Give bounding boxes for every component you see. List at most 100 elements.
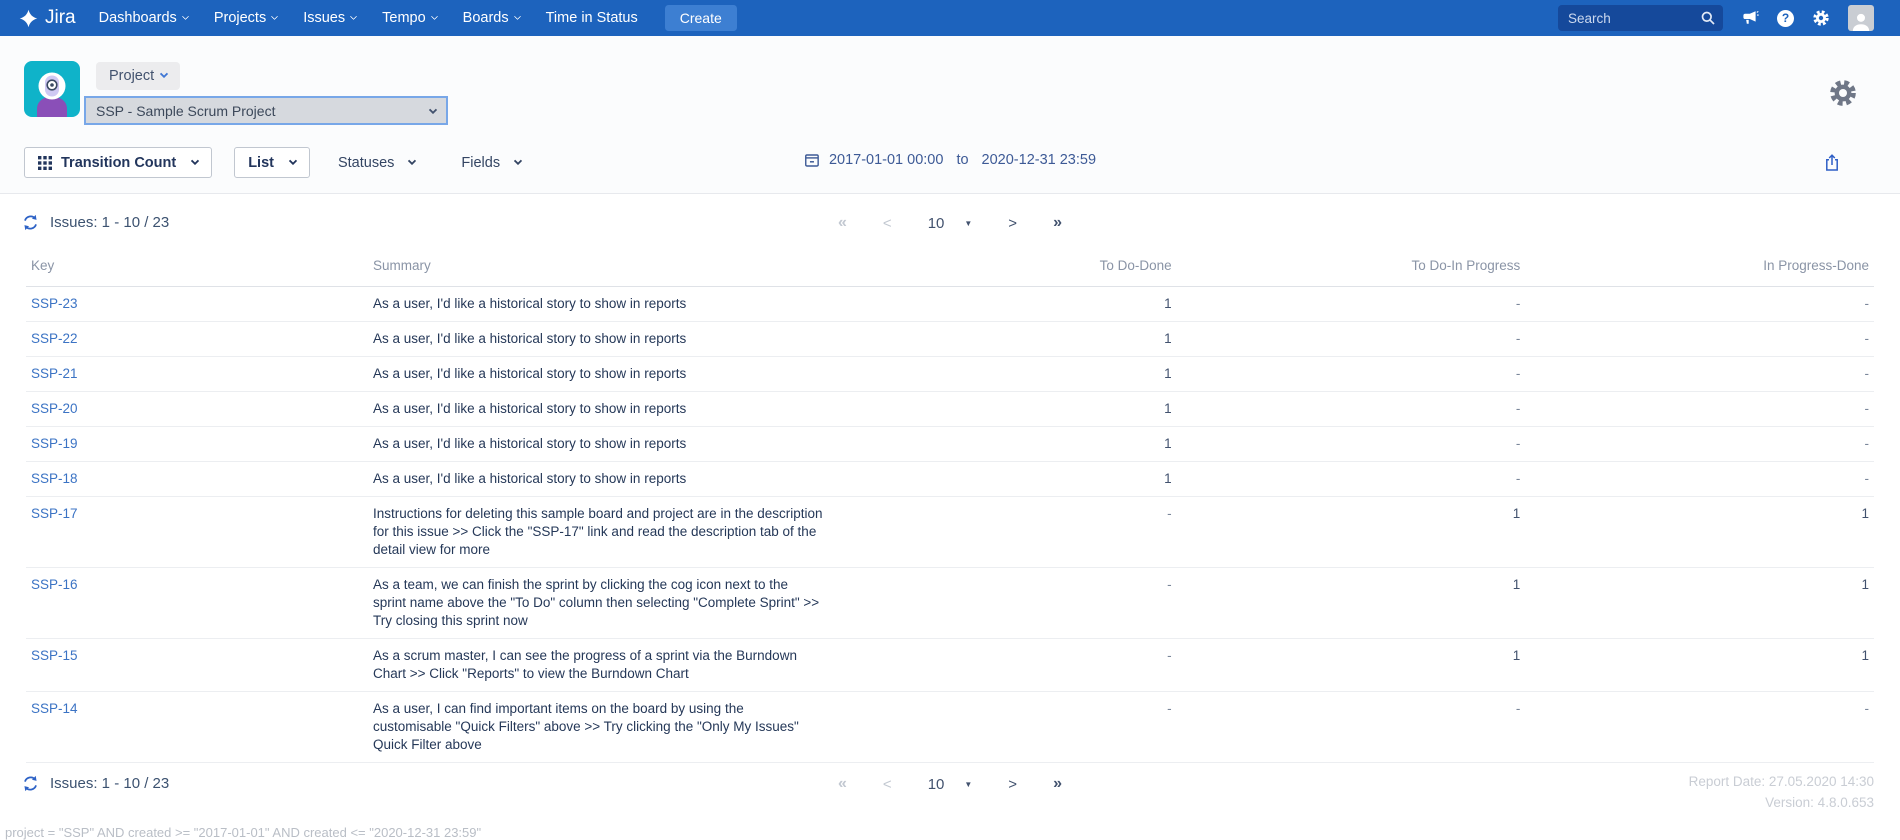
help-icon[interactable]: ? xyxy=(1777,10,1794,27)
nav-projects[interactable]: Projects xyxy=(201,0,290,36)
search-icon[interactable] xyxy=(1700,10,1716,26)
issue-key-link[interactable]: SSP-19 xyxy=(31,436,78,451)
metric-value: 1 xyxy=(828,392,1177,427)
report-version: Version: 4.8.0.653 xyxy=(1689,792,1874,813)
settings-icon[interactable] xyxy=(1812,9,1830,27)
announcement-icon[interactable] xyxy=(1741,9,1759,27)
column-todo-inprogress[interactable]: To Do-In Progress xyxy=(1177,252,1526,287)
metric-value: - xyxy=(828,497,1177,568)
issue-key-link[interactable]: SSP-22 xyxy=(31,331,78,346)
issue-summary: As a user, I'd like a historical story t… xyxy=(368,427,828,462)
metric-value: 1 xyxy=(828,427,1177,462)
report-header: Project SSP - Sample Scrum Project Trans… xyxy=(0,36,1900,194)
fields-dropdown-button[interactable]: Fields xyxy=(461,155,521,171)
metric-value: - xyxy=(1525,357,1874,392)
metric-value: - xyxy=(1525,692,1874,763)
user-avatar[interactable] xyxy=(1848,5,1874,31)
toolbar: Transition Count List Statuses Fields 20… xyxy=(0,147,1900,178)
date-range-picker[interactable]: 2017-01-01 00:00 to 2020-12-31 23:59 xyxy=(804,152,1096,168)
grid-icon xyxy=(38,156,52,170)
metric-value: - xyxy=(828,639,1177,692)
view-dropdown-button[interactable]: List xyxy=(234,147,310,178)
list-header: Issues: 1 - 10 / 23 « < 10 ▼ > » xyxy=(0,212,1900,242)
export-button[interactable] xyxy=(1823,153,1841,175)
pager-next-button[interactable]: > xyxy=(1008,215,1017,232)
issue-key-link[interactable]: SSP-21 xyxy=(31,366,78,381)
issue-key-link[interactable]: SSP-16 xyxy=(31,577,78,592)
column-inprogress-done[interactable]: In Progress-Done xyxy=(1525,252,1874,287)
metric-value: 1 xyxy=(1525,497,1874,568)
metric-value: 1 xyxy=(828,322,1177,357)
metric-value: - xyxy=(828,568,1177,639)
table-row: SSP-18 As a user, I'd like a historical s… xyxy=(26,462,1874,497)
project-avatar xyxy=(24,61,80,117)
metric-value: - xyxy=(1525,462,1874,497)
page-size-select[interactable]: ▼ xyxy=(964,780,972,789)
metric-dropdown-button[interactable]: Transition Count xyxy=(24,147,212,178)
pager-next-button[interactable]: > xyxy=(1008,776,1017,793)
column-todo-done[interactable]: To Do-Done xyxy=(828,252,1177,287)
metric-value: - xyxy=(828,692,1177,763)
report-date: Report Date: 27.05.2020 14:30 xyxy=(1689,771,1874,792)
create-button[interactable]: Create xyxy=(665,5,737,31)
report-meta: Report Date: 27.05.2020 14:30 Version: 4… xyxy=(1689,771,1874,813)
pager-first-button[interactable]: « xyxy=(838,775,847,793)
nav-issues[interactable]: Issues xyxy=(290,0,369,36)
metric-value: - xyxy=(1177,427,1526,462)
issues-count-bottom: Issues: 1 - 10 / 23 xyxy=(22,775,169,792)
pager-prev-button[interactable]: < xyxy=(883,776,892,793)
pager-first-button[interactable]: « xyxy=(838,214,847,232)
jira-logo[interactable]: Jira xyxy=(18,7,76,29)
nav-time-in-status[interactable]: Time in Status xyxy=(533,0,651,36)
search-input[interactable] xyxy=(1558,5,1723,31)
date-to-word: to xyxy=(956,152,968,168)
issue-summary: As a user, I'd like a historical story t… xyxy=(368,287,828,322)
table-row: SSP-21 As a user, I'd like a historical s… xyxy=(26,357,1874,392)
table-header-row: Key Summary To Do-Done To Do-In Progress… xyxy=(26,252,1874,287)
table-row: SSP-15 As a scrum master, I can see the p… xyxy=(26,639,1874,692)
report-settings-icon[interactable] xyxy=(1828,78,1858,113)
page-size-select[interactable]: ▼ xyxy=(964,219,972,228)
metric-value: 1 xyxy=(1177,568,1526,639)
issue-key-link[interactable]: SSP-17 xyxy=(31,506,78,521)
nav-boards[interactable]: Boards xyxy=(450,0,533,36)
project-select-value: SSP - Sample Scrum Project xyxy=(96,103,275,119)
metric-value: - xyxy=(1177,692,1526,763)
date-to: 2020-12-31 23:59 xyxy=(982,152,1097,168)
metric-value: 1 xyxy=(1177,497,1526,568)
project-select[interactable]: SSP - Sample Scrum Project xyxy=(86,98,446,123)
issue-summary: As a user, I can find important items on… xyxy=(368,692,828,763)
table-row: SSP-20As a user, I'd like a historical s… xyxy=(26,392,1874,427)
issue-summary: As a user, I'd like a historical story t… xyxy=(368,462,828,497)
issue-summary: As a scrum master, I can see the progres… xyxy=(368,639,828,692)
date-from: 2017-01-01 00:00 xyxy=(829,152,944,168)
refresh-icon[interactable] xyxy=(22,214,39,231)
issue-key-link[interactable]: SSP-18 xyxy=(31,471,78,486)
pager-last-button[interactable]: » xyxy=(1053,775,1062,793)
jql-query: project = "SSP" AND created >= "2017-01-… xyxy=(5,825,1900,840)
metric-value: - xyxy=(1525,392,1874,427)
jira-logo-icon xyxy=(18,8,39,29)
statuses-dropdown-button[interactable]: Statuses xyxy=(338,155,415,171)
issue-key-link[interactable]: SSP-14 xyxy=(31,701,78,716)
column-summary[interactable]: Summary xyxy=(368,252,828,287)
page-size-value: 10 xyxy=(928,776,945,793)
refresh-icon-bottom[interactable] xyxy=(22,775,39,792)
issues-count-label: Issues: 1 - 10 / 23 xyxy=(50,214,169,231)
metric-value: - xyxy=(1177,462,1526,497)
pager-prev-button[interactable]: < xyxy=(883,215,892,232)
metric-value: - xyxy=(1177,392,1526,427)
project-type-button[interactable]: Project xyxy=(96,62,180,90)
nav-tempo[interactable]: Tempo xyxy=(369,0,450,36)
issues-count-label-bottom: Issues: 1 - 10 / 23 xyxy=(50,775,169,792)
issue-key-link[interactable]: SSP-23 xyxy=(31,296,78,311)
page-size-value: 10 xyxy=(928,215,945,232)
pager-last-button[interactable]: » xyxy=(1053,214,1062,232)
metric-value: - xyxy=(1525,287,1874,322)
nav-dashboards[interactable]: Dashboards xyxy=(86,0,201,36)
issue-summary: Instructions for deleting this sample bo… xyxy=(368,497,828,568)
issue-key-link[interactable]: SSP-20 xyxy=(31,401,78,416)
issue-key-link[interactable]: SSP-15 xyxy=(31,648,78,663)
issue-summary: As a user, I'd like a historical story t… xyxy=(368,357,828,392)
column-key[interactable]: Key xyxy=(26,252,368,287)
